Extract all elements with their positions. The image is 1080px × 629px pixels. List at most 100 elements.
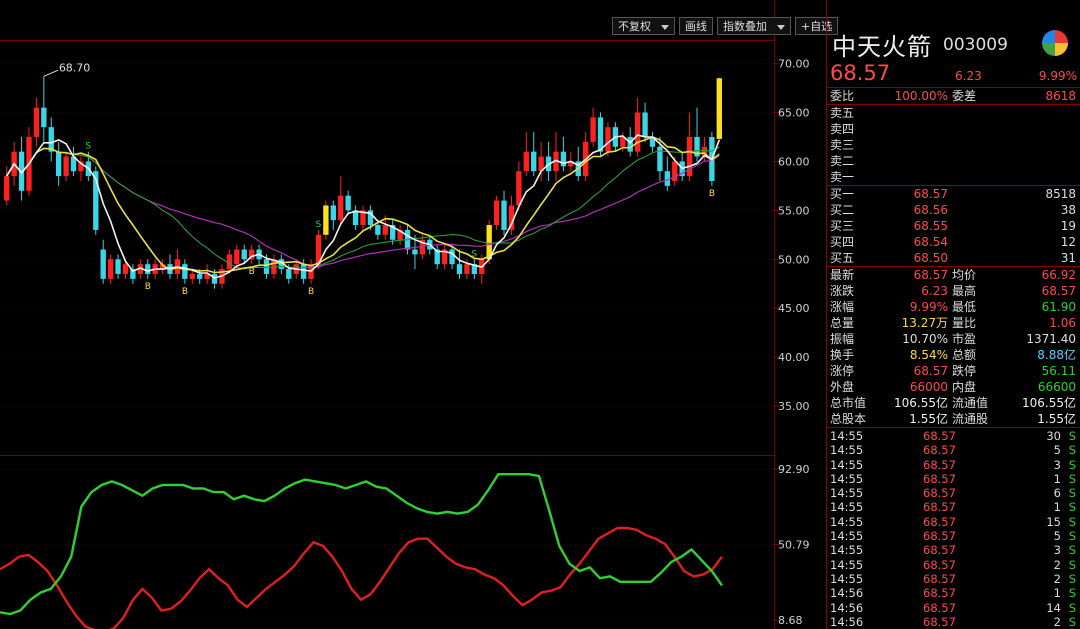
bid-row[interactable]: 买一 68.57 8518: [827, 186, 1080, 202]
candle-body: [4, 176, 10, 201]
tick-time: 14:56: [830, 586, 864, 601]
ask-label: 卖五: [830, 106, 855, 120]
price-bar: 68.57 6.23 9.99%: [827, 60, 1080, 88]
stat-row: 总市值 106.55亿 流通值 106.55亿: [827, 395, 1080, 411]
stat-label: 内盘: [952, 380, 977, 394]
tick-time: 14:55: [830, 471, 864, 486]
candle-body: [63, 156, 69, 177]
bid-price: 68.55: [913, 219, 948, 233]
high-marker-line: [43, 69, 59, 77]
signal-label: B: [249, 267, 255, 277]
bid-volume: 12: [1060, 235, 1076, 249]
candle-body: [211, 273, 218, 284]
tick-volume: 1: [1053, 471, 1061, 486]
stat-label: 市盈: [952, 332, 977, 346]
tick-volume: 2: [1053, 557, 1061, 572]
bid-label: 买一: [830, 187, 855, 201]
candle-body: [605, 127, 611, 152]
index-overlay-dropdown[interactable]: 指数叠加: [717, 17, 791, 35]
tick-volume: 2: [1053, 571, 1061, 586]
stat-value: 68.57: [1041, 284, 1076, 298]
bid-volume: 31: [1060, 251, 1076, 265]
price-change: 6.23: [955, 69, 982, 83]
candle-body: [597, 117, 604, 152]
tick-row: 14:55 68.57 5 S: [827, 443, 1080, 457]
stat-value: 13.27万: [901, 316, 948, 330]
stat-label: 跌停: [952, 364, 977, 378]
tick-side: S: [1068, 500, 1076, 515]
bid-label: 买二: [830, 203, 855, 217]
signal-label: S: [315, 220, 321, 230]
stat-row: 总股本 1.55亿 流通股 1.55亿: [827, 411, 1080, 427]
stat-value: 106.55亿: [894, 396, 948, 410]
candle-body: [55, 151, 62, 177]
tick-side: S: [1068, 514, 1076, 529]
kline-chart[interactable]: 70.00 65.00 60.00 55.00 50.00 45.00 40.00 35.00…: [0, 0, 826, 629]
bid-volume: 19: [1060, 219, 1076, 233]
tick-list[interactable]: 14:55 68.57 30 S 14:55 68.57 5 S 14:55 68.57 3 S …: [827, 428, 1080, 629]
candle-body: [300, 264, 307, 279]
chart-area[interactable]: 70.00 65.00 60.00 55.00 50.00 45.00 40.00 35.00…: [0, 0, 839, 629]
tick-time: 14:56: [830, 600, 864, 615]
ask-row[interactable]: 卖四: [827, 121, 1080, 137]
candle-body: [197, 273, 203, 279]
tick-row: 14:55 68.57 2 S: [827, 572, 1080, 586]
tick-volume: 1: [1053, 586, 1061, 601]
candle-body: [456, 264, 463, 274]
bid-row[interactable]: 买二 68.56 38: [827, 202, 1080, 218]
signal-label: S: [471, 249, 477, 259]
candle-body: [189, 273, 195, 279]
candle-body: [449, 249, 455, 265]
ask-label: 卖三: [830, 138, 855, 152]
stat-label: 总市值: [830, 396, 867, 410]
ask-book: 卖五 卖四 卖三 卖二 卖一: [827, 105, 1080, 186]
app-logo-icon[interactable]: [1042, 30, 1068, 56]
stat-value: 56.11: [1041, 364, 1076, 378]
bid-row[interactable]: 买四 68.54 12: [827, 234, 1080, 250]
candle-body: [41, 107, 47, 128]
stat-value: 68.57: [913, 268, 948, 282]
stat-row: 涨停 68.57 跌停 56.11: [827, 363, 1080, 379]
tick-row: 14:56 68.57 2 S: [827, 615, 1080, 629]
ask-row[interactable]: 卖五: [827, 105, 1080, 121]
tick-price: 68.57: [923, 571, 956, 586]
ask-row[interactable]: 卖一: [827, 169, 1080, 185]
stat-value: 1.55亿: [909, 412, 948, 426]
osc-y-tick-label: 92.90: [778, 463, 810, 476]
bid-label: 买五: [830, 251, 855, 265]
tick-price: 68.57: [923, 514, 956, 529]
bid-label: 买三: [830, 219, 855, 233]
tick-volume: 5: [1053, 443, 1061, 458]
tick-volume: 30: [1046, 429, 1061, 443]
stock-code: 003009: [943, 35, 1008, 55]
ask-row[interactable]: 卖三: [827, 137, 1080, 153]
tick-volume: 2: [1053, 614, 1061, 629]
tick-side: S: [1068, 486, 1076, 501]
y-tick-label: 40.00: [778, 351, 810, 364]
stat-row: 涨幅 9.99% 最低 61.90: [827, 299, 1080, 315]
adjust-dropdown[interactable]: 不复权: [612, 17, 675, 35]
tick-side: S: [1068, 571, 1076, 586]
tick-time: 14:55: [830, 429, 864, 443]
signal-label: B: [182, 287, 188, 297]
stat-label: 总量: [830, 316, 855, 330]
stat-row: 总量 13.27万 量比 1.06: [827, 315, 1080, 331]
candle-body: [323, 205, 329, 235]
draw-line-button[interactable]: 画线: [679, 17, 713, 35]
tick-row: 14:55 68.57 6 S: [827, 486, 1080, 500]
tick-row: 14:55 68.57 1 S: [827, 500, 1080, 514]
bid-row[interactable]: 买五 68.50 31: [827, 250, 1080, 266]
candle-body: [345, 195, 351, 211]
stat-label: 总股本: [830, 412, 867, 426]
tick-time: 14:55: [830, 571, 864, 586]
stat-value: 8.88亿: [1037, 348, 1076, 362]
candle-body: [234, 249, 240, 265]
stat-label: 涨停: [830, 364, 855, 378]
tick-time: 14:55: [830, 500, 864, 515]
bid-row[interactable]: 买三 68.55 19: [827, 218, 1080, 234]
tick-row: 14:55 68.57 30 S: [827, 429, 1080, 443]
tick-side: S: [1068, 614, 1076, 629]
tick-volume: 5: [1053, 529, 1061, 544]
candle-body: [338, 195, 344, 221]
ask-row[interactable]: 卖二: [827, 153, 1080, 169]
